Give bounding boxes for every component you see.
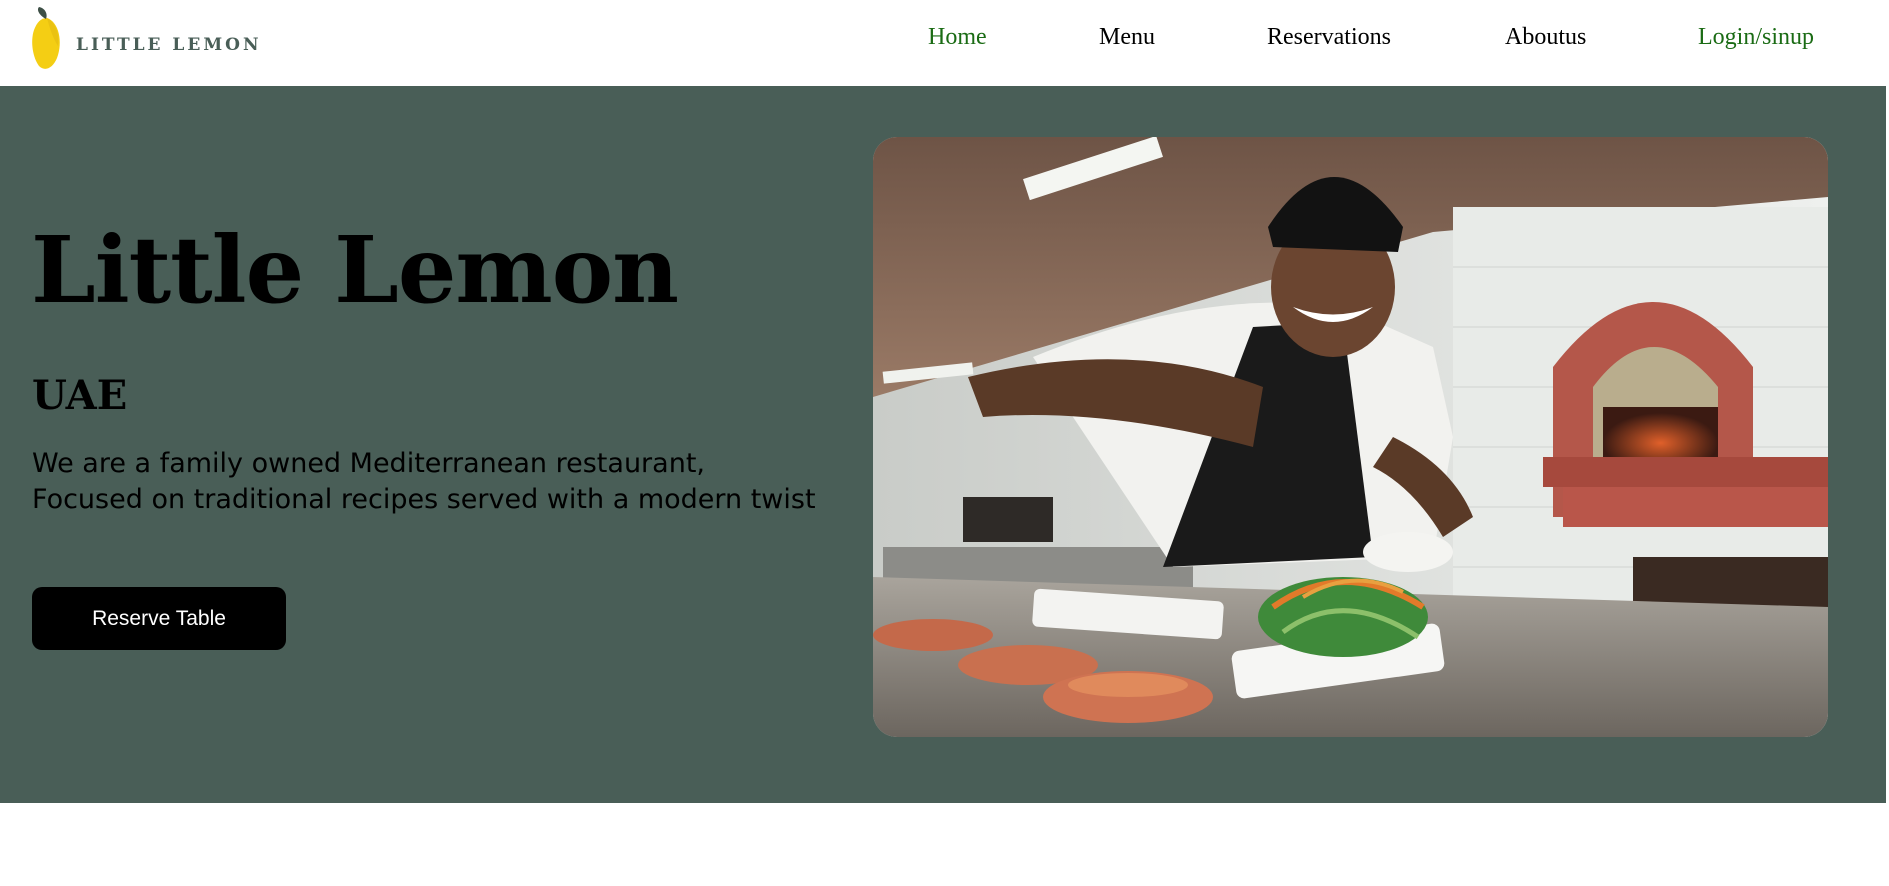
lemon-icon bbox=[30, 6, 64, 79]
hero-description: We are a family owned Mediterranean rest… bbox=[32, 448, 816, 515]
nav-link-home[interactable]: Home bbox=[928, 24, 987, 51]
hero-image bbox=[873, 137, 1828, 737]
hero-section: Little Lemon UAE We are a family owned M… bbox=[0, 86, 1886, 803]
hero-title: Little Lemon bbox=[31, 216, 679, 324]
reserve-table-button[interactable]: Reserve Table bbox=[32, 587, 286, 650]
nav-link-reservations[interactable]: Reservations bbox=[1267, 24, 1391, 51]
nav-link-aboutus[interactable]: Aboutus bbox=[1505, 24, 1586, 51]
nav-link-login-signup[interactable]: Login/sinup bbox=[1698, 24, 1814, 51]
navbar: LITTLE LEMON Home Menu Reservations Abou… bbox=[0, 0, 1889, 86]
hero-subtitle: UAE bbox=[32, 372, 128, 419]
nav-link-menu[interactable]: Menu bbox=[1099, 24, 1155, 51]
logo-wordmark: LITTLE LEMON bbox=[76, 34, 262, 55]
logo[interactable]: LITTLE LEMON bbox=[30, 6, 262, 79]
